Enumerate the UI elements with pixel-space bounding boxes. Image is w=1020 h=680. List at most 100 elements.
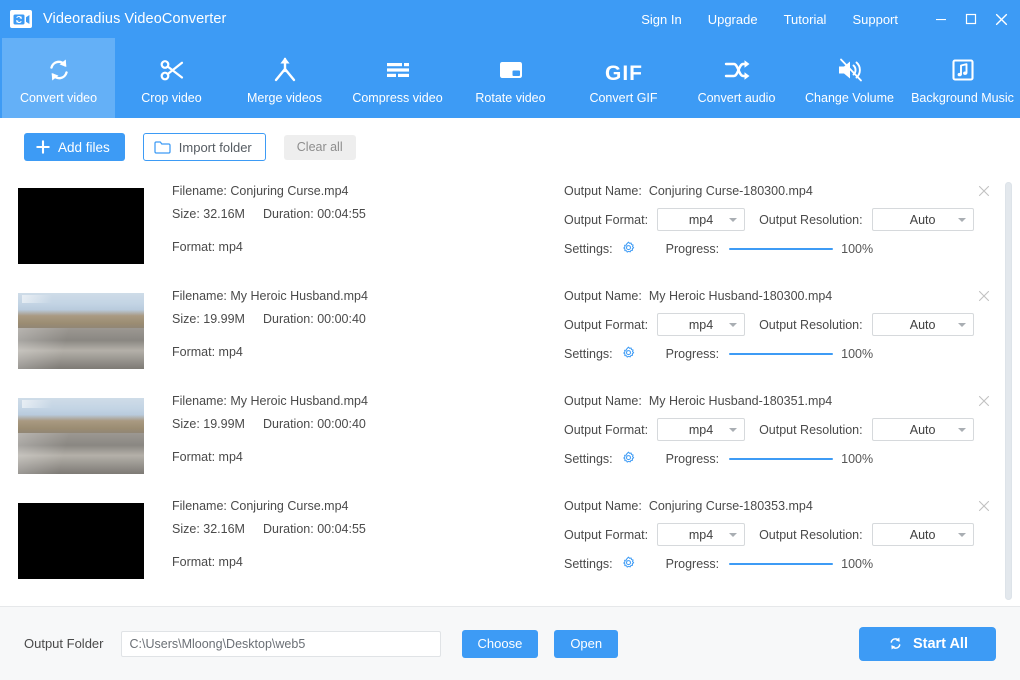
output-format-select[interactable]: mp4 [657, 208, 745, 231]
minimize-icon [935, 13, 947, 25]
rotate-frame-icon [496, 51, 526, 85]
main-toolbar: Convert video Crop video [0, 38, 1020, 118]
gear-icon[interactable] [621, 451, 636, 466]
close-icon [978, 185, 990, 197]
remove-file-button[interactable] [978, 289, 992, 303]
output-name-value: My Heroic Husband-180351.mp4 [649, 394, 832, 408]
format-label: Format: [172, 345, 215, 359]
close-icon [978, 395, 990, 407]
remove-file-button[interactable] [978, 499, 992, 513]
output-resolution-label: Output Resolution: [759, 528, 863, 542]
file-list-scrollbar-thumb[interactable] [1005, 182, 1012, 600]
window-controls [926, 0, 1016, 38]
output-format-value: mp4 [689, 213, 713, 227]
gear-icon[interactable] [621, 556, 636, 571]
import-folder-button[interactable]: Import folder [143, 133, 266, 161]
tab-label: Rotate video [475, 91, 545, 105]
clear-all-button[interactable]: Clear all [284, 135, 356, 160]
filename-value: Conjuring Curse.mp4 [230, 499, 348, 513]
filename-label: Filename: [172, 289, 227, 303]
output-resolution-select[interactable]: Auto [872, 313, 974, 336]
progress-bar [729, 563, 833, 565]
gear-icon[interactable] [621, 241, 636, 256]
file-metadata: Filename: Conjuring Curse.mp4Size: 32.16… [144, 491, 564, 596]
tab-compress-video[interactable]: Compress video [341, 38, 454, 118]
output-folder-input[interactable] [121, 631, 441, 657]
chevron-down-icon [729, 428, 737, 432]
sign-in-link[interactable]: Sign In [641, 12, 681, 27]
settings-label: Settings: [564, 452, 613, 466]
tab-rotate-video[interactable]: Rotate video [454, 38, 567, 118]
maximize-button[interactable] [956, 0, 986, 38]
duration-label: Duration: [263, 207, 314, 221]
app-title: Videoradius VideoConverter [43, 11, 226, 27]
filename-value: My Heroic Husband.mp4 [230, 289, 368, 303]
file-metadata: Filename: My Heroic Husband.mp4Size: 19.… [144, 281, 564, 386]
settings-label: Settings: [564, 242, 613, 256]
close-icon [978, 500, 990, 512]
output-resolution-value: Auto [910, 318, 936, 332]
progress-label: Progress: [666, 452, 720, 466]
tab-merge-videos[interactable]: Merge videos [228, 38, 341, 118]
output-format-select[interactable]: mp4 [657, 418, 745, 441]
tab-convert-audio[interactable]: Convert audio [680, 38, 793, 118]
file-row: Filename: Conjuring Curse.mp4Size: 32.16… [18, 176, 1020, 281]
svg-text:GIF: GIF [605, 62, 643, 85]
duration-value: 00:04:55 [317, 207, 366, 221]
remove-file-button[interactable] [978, 394, 992, 408]
add-files-button[interactable]: Add files [24, 133, 125, 161]
tab-background-music[interactable]: Background Music [906, 38, 1019, 118]
progress-label: Progress: [666, 557, 720, 571]
output-format-select[interactable]: mp4 [657, 523, 745, 546]
footer-bar: Output Folder Choose Open Start All [0, 606, 1020, 680]
output-resolution-label: Output Resolution: [759, 318, 863, 332]
filename-label: Filename: [172, 394, 227, 408]
file-thumbnail [18, 503, 144, 579]
add-files-label: Add files [58, 140, 110, 155]
output-format-value: mp4 [689, 318, 713, 332]
tab-convert-gif[interactable]: GIF Convert GIF [567, 38, 680, 118]
output-settings: Output Name:My Heroic Husband-180300.mp4… [564, 281, 1020, 386]
tab-label: Change Volume [805, 91, 894, 105]
file-row: Filename: My Heroic Husband.mp4Size: 19.… [18, 281, 1020, 386]
output-resolution-value: Auto [910, 423, 936, 437]
filename-value: My Heroic Husband.mp4 [230, 394, 368, 408]
duration-value: 00:00:40 [317, 417, 366, 431]
tutorial-link[interactable]: Tutorial [784, 12, 827, 27]
file-metadata: Filename: Conjuring Curse.mp4Size: 32.16… [144, 176, 564, 281]
tab-label: Convert audio [698, 91, 776, 105]
file-thumbnail [18, 188, 144, 264]
output-name-value: Conjuring Curse-180353.mp4 [649, 499, 813, 513]
choose-folder-button[interactable]: Choose [462, 630, 539, 658]
output-resolution-select[interactable]: Auto [872, 418, 974, 441]
chevron-down-icon [729, 218, 737, 222]
size-label: Size: [172, 207, 200, 221]
gear-icon[interactable] [621, 346, 636, 361]
output-resolution-select[interactable]: Auto [872, 523, 974, 546]
size-value: 19.99M [203, 312, 245, 326]
progress-percent: 100% [841, 242, 873, 256]
support-link[interactable]: Support [852, 12, 898, 27]
tab-label: Compress video [352, 91, 442, 105]
output-resolution-value: Auto [910, 213, 936, 227]
output-settings: Output Name:Conjuring Curse-180353.mp4Ou… [564, 491, 1020, 596]
output-resolution-select[interactable]: Auto [872, 208, 974, 231]
remove-file-button[interactable] [978, 184, 992, 198]
upgrade-link[interactable]: Upgrade [708, 12, 758, 27]
tab-change-volume[interactable]: Change Volume [793, 38, 906, 118]
output-name-label: Output Name: [564, 394, 642, 408]
tab-crop-video[interactable]: Crop video [115, 38, 228, 118]
close-button[interactable] [986, 0, 1016, 38]
open-folder-button[interactable]: Open [554, 630, 618, 658]
duration-value: 00:00:40 [317, 312, 366, 326]
output-format-select[interactable]: mp4 [657, 313, 745, 336]
minimize-button[interactable] [926, 0, 956, 38]
output-resolution-label: Output Resolution: [759, 423, 863, 437]
settings-label: Settings: [564, 347, 613, 361]
start-all-button[interactable]: Start All [859, 627, 996, 661]
progress-percent: 100% [841, 557, 873, 571]
filename-label: Filename: [172, 184, 227, 198]
file-row: Filename: My Heroic Husband.mp4Size: 19.… [18, 386, 1020, 491]
tab-convert-video[interactable]: Convert video [2, 38, 115, 118]
file-list-scrollbar-track[interactable] [1005, 182, 1012, 600]
